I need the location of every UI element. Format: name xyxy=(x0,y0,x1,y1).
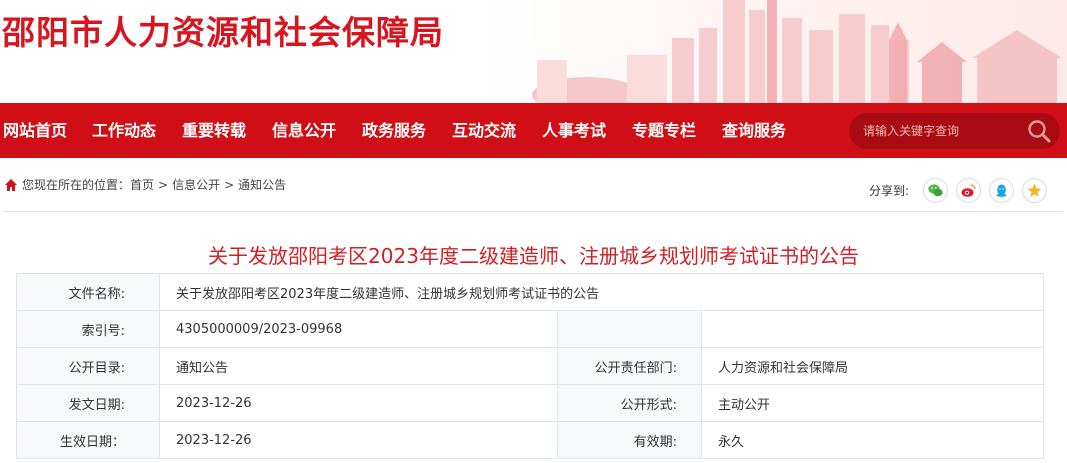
form-value: 主动公开 xyxy=(701,384,1044,422)
qzone-icon[interactable] xyxy=(1022,177,1048,203)
nav-item-home[interactable]: 网站首页 xyxy=(3,103,67,158)
breadcrumb-separator: > xyxy=(224,177,235,192)
site-title[interactable]: 邵阳市人力资源和社会保障局 xyxy=(2,6,444,54)
table-row: 索引号: 4305000009/2023-09968 xyxy=(16,310,1044,348)
search-box xyxy=(849,113,1060,149)
validity-label: 有效期: xyxy=(557,421,702,459)
nav-item-work-news[interactable]: 工作动态 xyxy=(92,103,156,158)
file-name-label: 文件名称: xyxy=(16,273,160,311)
breadcrumb-link-home[interactable]: 首页 xyxy=(130,176,154,193)
dept-label: 公开责任部门: xyxy=(557,347,702,385)
dept-value: 人力资源和社会保障局 xyxy=(701,347,1044,385)
nav-item-special-topics[interactable]: 专题专栏 xyxy=(632,103,696,158)
nav-item-gov-services[interactable]: 政务服务 xyxy=(362,103,426,158)
catalog-label: 公开目录: xyxy=(16,347,160,385)
issue-date-value: 2023-12-26 xyxy=(159,384,558,422)
validity-value: 永久 xyxy=(701,421,1044,459)
breadcrumb-link-info[interactable]: 信息公开 xyxy=(172,176,220,193)
breadcrumb: 您现在所在的位置： 首页 > 信息公开 > 通知公告 xyxy=(4,176,286,193)
table-row: 公开目录: 通知公告 公开责任部门: 人力资源和社会保障局 xyxy=(16,347,1044,385)
article-title: 关于发放邵阳考区2023年度二级建造师、注册城乡规划师考试证书的公告 xyxy=(208,244,859,268)
search-input[interactable] xyxy=(863,121,1023,141)
city-skyline-illustration xyxy=(532,0,1062,103)
nav-item-info-disclosure[interactable]: 信息公开 xyxy=(272,103,336,158)
document-info-table: 文件名称: 关于发放邵阳考区2023年度二级建造师、注册城乡规划师考试证书的公告… xyxy=(16,273,1044,459)
search-icon[interactable] xyxy=(1025,118,1053,144)
breadcrumb-separator: > xyxy=(158,177,169,192)
issue-date-label: 发文日期: xyxy=(16,384,160,422)
main-nav: 网站首页 工作动态 重要转载 信息公开 政务服务 互动交流 人事考试 专题专栏 … xyxy=(0,103,1067,158)
share-bar: 分享到: xyxy=(869,176,1055,204)
effective-date-value: 2023-12-26 xyxy=(159,421,558,459)
header-banner: 邵阳市人力资源和社会保障局 xyxy=(0,0,1067,103)
empty-value-cell xyxy=(701,310,1044,348)
wechat-icon[interactable] xyxy=(923,177,949,203)
effective-date-label: 生效日期： xyxy=(16,421,160,459)
nav-item-personnel-exam[interactable]: 人事考试 xyxy=(542,103,606,158)
table-row: 生效日期： 2023-12-26 有效期: 永久 xyxy=(16,421,1044,459)
nav-item-interaction[interactable]: 互动交流 xyxy=(452,103,516,158)
nav-item-reprints[interactable]: 重要转载 xyxy=(182,103,246,158)
index-label: 索引号: xyxy=(16,310,160,348)
empty-label-cell xyxy=(557,310,702,348)
breadcrumb-link-notices[interactable]: 通知公告 xyxy=(238,176,286,193)
form-label: 公开形式: xyxy=(557,384,702,422)
table-row: 发文日期: 2023-12-26 公开形式: 主动公开 xyxy=(16,384,1044,422)
catalog-value: 通知公告 xyxy=(159,347,558,385)
share-label: 分享到: xyxy=(869,183,910,198)
file-name-value: 关于发放邵阳考区2023年度二级建造师、注册城乡规划师考试证书的公告 xyxy=(159,273,1044,311)
nav-item-query-services[interactable]: 查询服务 xyxy=(722,103,786,158)
index-value: 4305000009/2023-09968 xyxy=(159,310,558,348)
breadcrumb-prefix: 您现在所在的位置： xyxy=(22,178,131,192)
weibo-icon[interactable] xyxy=(956,177,982,203)
table-row: 文件名称: 关于发放邵阳考区2023年度二级建造师、注册城乡规划师考试证书的公告 xyxy=(16,273,1044,311)
home-icon xyxy=(5,178,17,191)
divider xyxy=(4,211,1063,212)
qq-icon[interactable] xyxy=(989,177,1015,203)
